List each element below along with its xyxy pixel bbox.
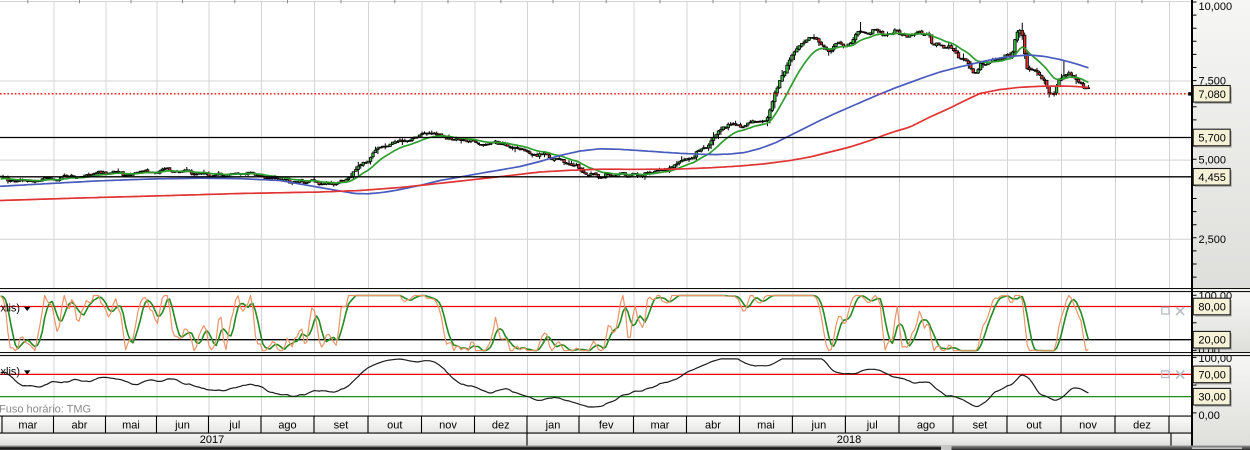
- svg-text:fev: fev: [599, 420, 614, 432]
- svg-text:ago: ago: [917, 420, 935, 432]
- svg-text:10,000: 10,000: [1199, 1, 1233, 13]
- svg-text:2,500: 2,500: [1199, 234, 1227, 246]
- svg-text:0,00: 0,00: [1199, 410, 1220, 422]
- svg-text:dez: dez: [1133, 420, 1151, 432]
- svg-text:out: out: [1026, 420, 1041, 432]
- svg-text:2018: 2018: [837, 434, 861, 446]
- svg-text:abr: abr: [705, 420, 721, 432]
- svg-text:70,00: 70,00: [1198, 369, 1226, 381]
- svg-text:5,700: 5,700: [1198, 133, 1226, 145]
- svg-text:30,00: 30,00: [1198, 392, 1226, 404]
- svg-text:mai: mai: [757, 420, 775, 432]
- svg-text:mar: mar: [18, 420, 37, 432]
- svg-text:Fuso horário: TMG: Fuso horário: TMG: [0, 404, 91, 416]
- svg-text:nov: nov: [439, 420, 457, 432]
- svg-text:nov: nov: [1079, 420, 1097, 432]
- svg-text:dez: dez: [492, 420, 510, 432]
- svg-text:xlis): xlis): [1, 303, 21, 315]
- svg-text:jun: jun: [811, 420, 827, 432]
- svg-text:mai: mai: [122, 420, 140, 432]
- svg-text:xlis): xlis): [1, 366, 21, 378]
- svg-text:out: out: [387, 420, 402, 432]
- svg-text:7,080: 7,080: [1198, 89, 1226, 101]
- svg-text:5,000: 5,000: [1199, 155, 1227, 167]
- svg-text:20,00: 20,00: [1198, 335, 1226, 347]
- svg-text:abr: abr: [72, 420, 88, 432]
- svg-text:jul: jul: [228, 420, 240, 432]
- svg-text:mar: mar: [651, 420, 670, 432]
- svg-text:4,455: 4,455: [1198, 172, 1226, 184]
- svg-text:80,00: 80,00: [1198, 302, 1226, 314]
- svg-text:jun: jun: [174, 420, 190, 432]
- svg-text:2017: 2017: [200, 434, 224, 446]
- svg-text:jan: jan: [545, 420, 561, 432]
- svg-text:ago: ago: [278, 420, 296, 432]
- svg-text:jul: jul: [866, 420, 878, 432]
- svg-text:set: set: [973, 420, 988, 432]
- svg-text:set: set: [334, 420, 349, 432]
